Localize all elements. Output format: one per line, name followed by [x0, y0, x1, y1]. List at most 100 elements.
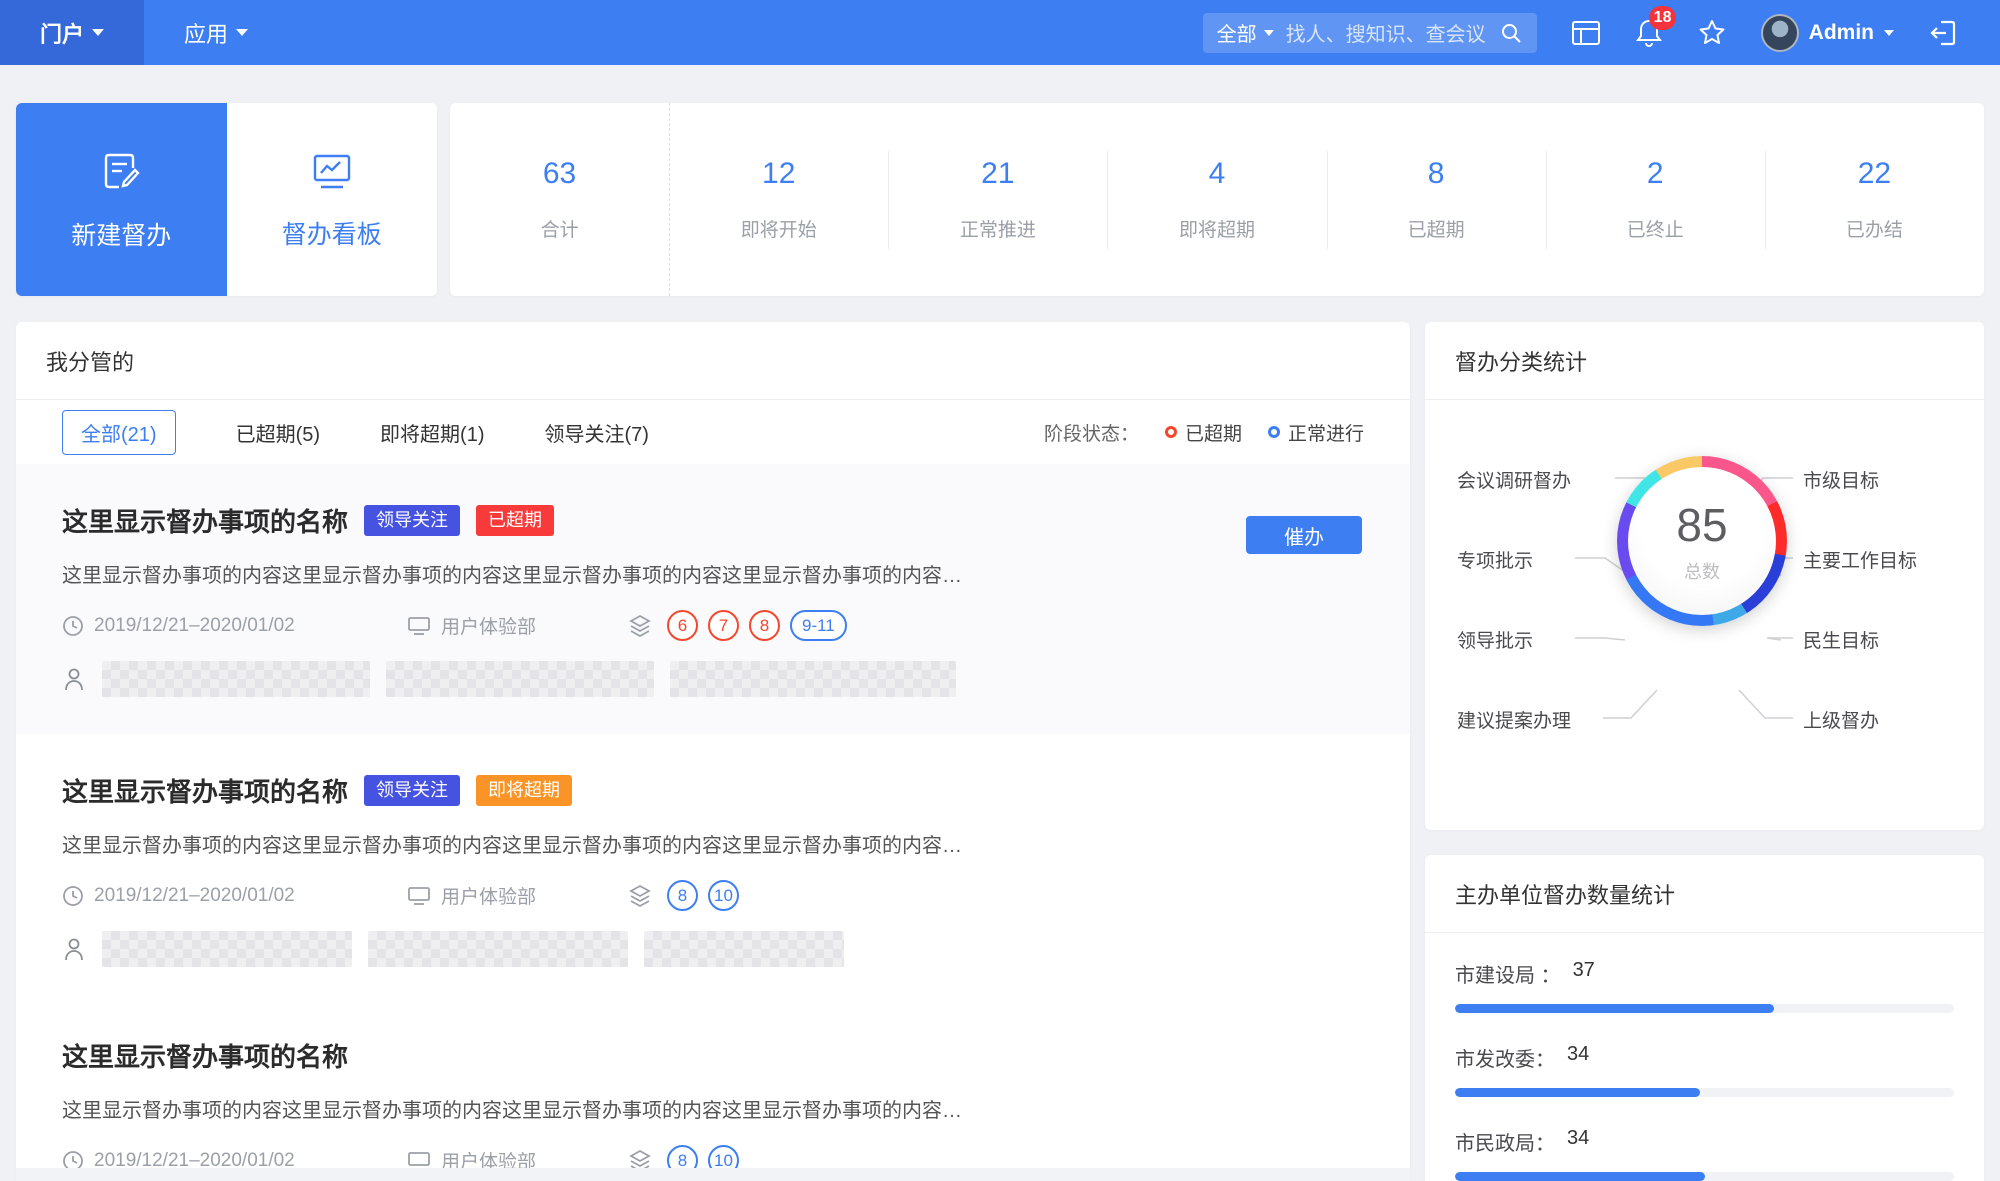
task-list-item[interactable]: 这里显示督办事项的名称 领导关注 即将超期 这里显示督办事项的内容这里显示督办事… — [16, 734, 1410, 999]
avatar — [1760, 13, 1799, 52]
filter-leader-focus[interactable]: 领导关注(7) — [544, 418, 648, 447]
bar-track — [1455, 1172, 1954, 1181]
task-owners-row — [62, 661, 1364, 697]
notification-count-badge: 18 — [1648, 5, 1677, 30]
legend-label: 阶段状态： — [1043, 423, 1139, 445]
bar-track — [1455, 1088, 1954, 1097]
nav-menu-portal[interactable]: 门户 — [0, 0, 145, 65]
org-panel-header: 主办单位督办数量统计 — [1425, 855, 1984, 933]
monitor-icon — [408, 886, 430, 905]
pie-label-leader-instruction: 领导批示 — [1457, 631, 1534, 652]
clock-icon — [63, 885, 83, 906]
stat-due-soon: 4 即将超期 — [1107, 103, 1326, 296]
top-navbar: 门户 应用 全部 找人、搜知识、查会议 18 Admin — [0, 0, 2000, 65]
urge-button[interactable]: 催办 — [1246, 516, 1362, 554]
stat-label: 已终止 — [1626, 220, 1684, 241]
my-tasks-panel: 我分管的 全部(21) 已超期(5) 即将超期(1) 领导关注(7) 阶段状态：… — [16, 322, 1410, 1181]
stage-chip-list: 6 7 8 9-11 — [667, 610, 847, 641]
task-content: 这里显示督办事项的内容这里显示督办事项的内容这里显示督办事项的内容这里显示督办事… — [62, 565, 962, 587]
redacted-owner-names — [644, 931, 844, 967]
stage-chip-list: 8 10 — [667, 880, 739, 911]
category-stats-panel: 督办分类统计 85 总数 会议调研督办 专项批示 领导批示 建议提案办理 市级目… — [1425, 322, 1984, 830]
notifications-bell-icon[interactable]: 18 — [1635, 5, 1677, 48]
stat-label: 即将超期 — [1178, 220, 1255, 241]
chevron-down-icon — [92, 29, 105, 36]
legend-overdue: 已超期 — [1164, 419, 1242, 446]
pie-label-city-goal: 市级目标 — [1803, 471, 1880, 492]
search-input[interactable]: 找人、搜知识、查会议 — [1286, 18, 1487, 47]
chevron-down-icon — [1884, 29, 1894, 36]
legend-overdue-label: 已超期 — [1184, 423, 1242, 445]
task-board-label: 督办看板 — [281, 220, 382, 249]
stages-layers-icon — [629, 884, 651, 907]
stage-chip: 9-11 — [790, 610, 847, 641]
search-scope-label: 全部 — [1216, 24, 1257, 46]
stat-value: 63 — [542, 157, 577, 190]
stat-overdue: 8 已超期 — [1326, 103, 1546, 296]
quick-actions-card: 新建督办 督办看板 — [16, 103, 437, 296]
task-board-button[interactable]: 督办看板 — [227, 103, 438, 296]
stat-total: 63 合计 — [450, 103, 669, 296]
next-item-edge — [16, 1168, 1410, 1181]
global-search[interactable]: 全部 找人、搜知识、查会议 — [1202, 12, 1537, 53]
bar-fill — [1455, 1172, 1705, 1181]
pie-label-main-work-goal: 主要工作目标 — [1803, 551, 1918, 572]
task-list-item[interactable]: 这里显示督办事项的名称 这里显示督办事项的内容这里显示督办事项的内容这里显示督办… — [16, 999, 1410, 1176]
stat-label: 已超期 — [1407, 220, 1465, 241]
task-department: 用户体验部 — [407, 612, 627, 639]
stages-layers-icon — [629, 614, 651, 637]
user-menu[interactable]: Admin — [1760, 13, 1894, 52]
redacted-owner-names — [102, 931, 352, 967]
stage-chip: 8 — [667, 880, 698, 911]
stat-value: 22 — [1857, 157, 1892, 190]
bar-track — [1455, 1004, 1954, 1013]
task-date-range: 2019/12/21–2020/01/02 — [62, 615, 407, 637]
new-task-label: 新建督办 — [71, 221, 172, 250]
category-donut-ring: 85 总数 — [1617, 456, 1787, 626]
logout-icon[interactable] — [1928, 18, 1958, 48]
org-bar-chart: 市建设局 ： 37 市发改委： 34 市民政局： 34 — [1425, 933, 1984, 1181]
nav-menu-apps[interactable]: 应用 — [144, 0, 288, 65]
bar-value: 37 — [1572, 959, 1595, 981]
person-icon — [65, 668, 83, 691]
badge-leader-focus: 领导关注 — [364, 505, 461, 536]
category-donut-center: 85 总数 — [1628, 467, 1776, 615]
bar-row-civil-affairs: 市民政局： 34 — [1455, 1127, 1954, 1181]
tasks-filter-row: 全部(21) 已超期(5) 即将超期(1) 领导关注(7) 阶段状态： 已超期 … — [16, 400, 1410, 464]
stat-value: 12 — [762, 157, 796, 190]
filter-all[interactable]: 全部(21) — [62, 409, 176, 455]
filter-due-soon[interactable]: 即将超期(1) — [380, 418, 484, 447]
nav-menu-portal-label: 门户 — [40, 21, 85, 47]
search-icon[interactable] — [1499, 21, 1523, 45]
task-list-item[interactable]: 这里显示督办事项的名称 领导关注 已超期 这里显示督办事项的内容这里显示督办事项… — [16, 464, 1410, 734]
favorites-star-icon[interactable] — [1697, 18, 1727, 48]
tasks-panel-header: 我分管的 — [16, 322, 1410, 400]
stat-on-track: 21 正常推进 — [888, 103, 1107, 296]
clock-icon — [63, 615, 83, 636]
nav-menu-apps-label: 应用 — [184, 21, 229, 47]
chevron-down-icon — [1263, 29, 1274, 36]
calendar-icon[interactable] — [1571, 19, 1601, 47]
search-scope-dropdown[interactable]: 全部 — [1217, 18, 1274, 47]
badge-due-soon: 即将超期 — [476, 775, 573, 806]
monitor-icon — [408, 616, 430, 635]
legend-normal-label: 正常进行 — [1287, 423, 1364, 445]
new-task-button[interactable]: 新建督办 — [16, 103, 227, 296]
navbar-right: 全部 找人、搜知识、查会议 18 Admin — [1202, 5, 2000, 53]
stat-label: 已办结 — [1845, 220, 1903, 241]
stat-value: 2 — [1646, 157, 1664, 190]
redacted-owner-names — [368, 931, 628, 967]
donut-total-value: 85 — [1676, 499, 1728, 551]
stat-terminated: 2 已终止 — [1545, 103, 1765, 296]
chevron-down-icon — [236, 29, 249, 36]
task-owners-row — [62, 931, 1364, 967]
stage-chip: 6 — [667, 610, 698, 641]
pie-label-proposal-handling: 建议提案办理 — [1457, 711, 1572, 732]
bar-label: 市建设局 ： — [1455, 965, 1561, 987]
stage-chip: 10 — [708, 880, 739, 911]
bar-fill — [1455, 1004, 1775, 1013]
task-title: 这里显示督办事项的名称 — [62, 1042, 349, 1072]
bar-label: 市发改委： — [1455, 1049, 1555, 1071]
redacted-owner-names — [386, 661, 654, 697]
filter-overdue[interactable]: 已超期(5) — [236, 418, 320, 447]
